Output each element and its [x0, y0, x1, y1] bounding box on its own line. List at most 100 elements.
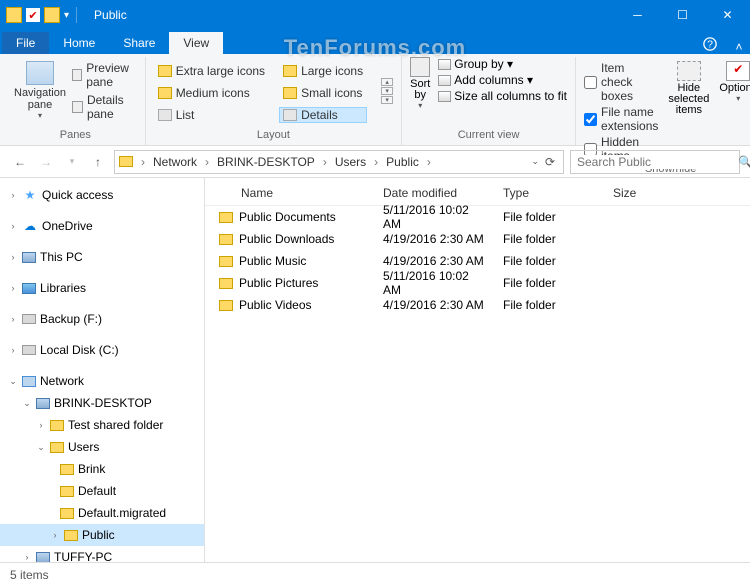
tab-view[interactable]: View: [169, 32, 223, 54]
group-show-hide: Item check boxes File name extensions Hi…: [576, 57, 750, 145]
file-type: File folder: [495, 272, 605, 294]
tree-quick-access[interactable]: ›★Quick access: [0, 184, 204, 206]
layout-medium[interactable]: Medium icons: [154, 85, 269, 101]
preview-pane-button[interactable]: Preview pane: [72, 61, 137, 89]
tree-localdisk[interactable]: ›Local Disk (C:): [0, 339, 204, 361]
ribbon: Navigation pane ▾ Preview pane Details p…: [0, 54, 750, 146]
file-type: File folder: [495, 206, 605, 228]
file-row[interactable]: Public Videos4/19/2016 2:30 AMFile folde…: [205, 294, 750, 316]
breadcrumb-seg[interactable]: Public: [382, 153, 423, 171]
file-name: Public Downloads: [239, 232, 334, 246]
tree-this-pc[interactable]: ›This PC: [0, 246, 204, 268]
col-type[interactable]: Type: [495, 182, 605, 205]
tree-default-migrated[interactable]: Default.migrated: [0, 502, 204, 524]
file-type: File folder: [495, 228, 605, 250]
file-row[interactable]: Public Pictures5/11/2016 10:02 AMFile fo…: [205, 272, 750, 294]
tree-brink-user[interactable]: Brink: [0, 458, 204, 480]
file-size: [605, 301, 685, 309]
file-name: Public Music: [239, 254, 306, 268]
file-name: Public Pictures: [239, 276, 318, 290]
file-ext-toggle[interactable]: File name extensions: [584, 105, 658, 133]
folder-icon: [219, 256, 233, 267]
group-layout: Extra large icons Large icons Medium ico…: [146, 57, 402, 145]
group-panes: Navigation pane ▾ Preview pane Details p…: [6, 57, 146, 145]
layout-details[interactable]: Details: [279, 107, 367, 123]
tree-tuffy-pc[interactable]: ›TUFFY-PC: [0, 546, 204, 562]
search-box[interactable]: 🔍: [570, 150, 740, 174]
tree-users[interactable]: ⌄Users: [0, 436, 204, 458]
tree-backup[interactable]: ›Backup (F:): [0, 308, 204, 330]
qat-properties-icon[interactable]: ✔: [26, 8, 40, 22]
tree-public[interactable]: ›Public: [0, 524, 204, 546]
add-columns-button[interactable]: Add columns ▾: [438, 73, 567, 87]
file-size: [605, 257, 685, 265]
details-pane-button[interactable]: Details pane: [72, 93, 137, 121]
folder-icon: [219, 212, 233, 223]
group-label-curview: Current view: [410, 129, 567, 145]
dropdown-icon[interactable]: ⌄: [531, 156, 539, 167]
tab-share[interactable]: Share: [109, 32, 169, 54]
file-size: [605, 279, 685, 287]
layout-large[interactable]: Large icons: [279, 63, 367, 79]
ribbon-tabs: File Home Share View ? ˄: [0, 30, 750, 54]
file-date: 4/19/2016 2:30 AM: [375, 228, 495, 250]
file-type: File folder: [495, 294, 605, 316]
size-columns-button[interactable]: Size all columns to fit: [438, 89, 567, 103]
status-text: 5 items: [10, 568, 49, 582]
tree-libraries[interactable]: ›Libraries: [0, 277, 204, 299]
titlebar: ✔ ▾ Public ─ ☐ ✕: [0, 0, 750, 30]
tree-onedrive[interactable]: ›☁OneDrive: [0, 215, 204, 237]
maximize-button[interactable]: ☐: [660, 0, 705, 30]
breadcrumb-seg[interactable]: BRINK-DESKTOP: [213, 153, 319, 171]
forward-button[interactable]: →: [36, 152, 56, 172]
tree-network[interactable]: ⌄Network: [0, 370, 204, 392]
minimize-button[interactable]: ─: [615, 0, 660, 30]
file-name: Public Documents: [239, 210, 336, 224]
options-button[interactable]: ✔ Options ▾: [719, 61, 750, 103]
help-button[interactable]: ?: [698, 34, 722, 54]
item-checkboxes-toggle[interactable]: Item check boxes: [584, 61, 658, 103]
sort-by-button[interactable]: Sort by ▾: [410, 57, 430, 110]
layout-list[interactable]: List: [154, 107, 269, 123]
group-current-view: Sort by ▾ Group by ▾ Add columns ▾ Size …: [402, 57, 576, 145]
breadcrumb-seg[interactable]: Users: [331, 153, 370, 171]
tree-brink-desktop[interactable]: ⌄BRINK-DESKTOP: [0, 392, 204, 414]
separator: [76, 7, 77, 23]
close-button[interactable]: ✕: [705, 0, 750, 30]
file-row[interactable]: Public Documents5/11/2016 10:02 AMFile f…: [205, 206, 750, 228]
qat-dropdown-icon[interactable]: ▾: [64, 10, 69, 21]
hide-selected-button[interactable]: Hide selected items: [668, 61, 709, 116]
svg-text:?: ?: [707, 39, 713, 51]
folder-icon: [219, 234, 233, 245]
breadcrumb[interactable]: › Network› BRINK-DESKTOP› Users› Public›…: [114, 150, 564, 174]
col-name[interactable]: Name: [205, 182, 375, 205]
ribbon-collapse-icon[interactable]: ˄: [728, 40, 750, 54]
up-button[interactable]: ↑: [88, 152, 108, 172]
tree-default[interactable]: Default: [0, 480, 204, 502]
breadcrumb-seg[interactable]: Network: [149, 153, 201, 171]
col-size[interactable]: Size: [605, 182, 685, 205]
tree-test-shared[interactable]: ›Test shared folder: [0, 414, 204, 436]
navigation-pane-button[interactable]: Navigation pane ▾: [14, 57, 66, 120]
file-type: File folder: [495, 250, 605, 272]
folder-icon: [219, 278, 233, 289]
layout-scroll[interactable]: ▴▾▾: [381, 78, 393, 104]
search-icon[interactable]: 🔍: [738, 155, 750, 169]
search-input[interactable]: [577, 155, 732, 169]
group-label-panes: Panes: [14, 129, 137, 145]
group-by-button[interactable]: Group by ▾: [438, 57, 567, 71]
refresh-icon[interactable]: ⟳: [545, 155, 555, 169]
tab-home[interactable]: Home: [49, 32, 109, 54]
layout-small[interactable]: Small icons: [279, 85, 367, 101]
layout-extra-large[interactable]: Extra large icons: [154, 63, 269, 79]
file-date: 4/19/2016 2:30 AM: [375, 294, 495, 316]
address-bar: ← → ▾ ↑ › Network› BRINK-DESKTOP› Users›…: [0, 146, 750, 178]
file-row[interactable]: Public Downloads 4/19/2016 2:30 AMFile fo…: [205, 228, 750, 250]
group-label-layout: Layout: [154, 129, 393, 145]
file-size: [605, 235, 685, 243]
back-button[interactable]: ←: [10, 152, 30, 172]
recent-dropdown[interactable]: ▾: [62, 152, 82, 172]
tab-file[interactable]: File: [2, 32, 49, 54]
folder-icon: [6, 7, 22, 23]
nav-tree[interactable]: ›★Quick access ›☁OneDrive ›This PC ›Libr…: [0, 178, 205, 562]
